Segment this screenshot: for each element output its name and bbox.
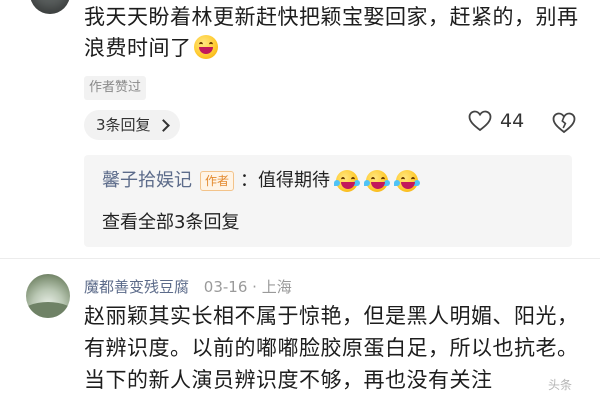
author-liked-badge: 作者赞过 [84, 76, 146, 100]
reply-item: 馨子拾娱记 作者 ： 值得期待 [102, 167, 421, 195]
reply-box[interactable]: 馨子拾娱记 作者 ： 值得期待 查看全部3条回复 [84, 155, 572, 247]
comment-text: 赵丽颖其实长相不属于惊艳，但是黑人明媚、阳光，有辨识度。以前的嘟嘟脸胶原蛋白足，… [84, 304, 579, 392]
author-tag: 作者 [200, 171, 235, 191]
reply-separator: ： [240, 170, 259, 191]
reply-text: 值得期待 [258, 170, 331, 191]
tears-of-joy-emoji-icon [364, 170, 391, 192]
heart-icon [468, 110, 492, 132]
laughing-emoji-icon [193, 35, 218, 59]
tears-of-joy-emoji-icon [394, 170, 421, 192]
like-button[interactable]: 44 [468, 110, 524, 132]
comment-meta: 魔都善变残豆腐 03-16 · 上海 [84, 277, 292, 297]
comment-body: 我天天盼着林更新赶快把颖宝娶回家，赶紧的，别再浪费时间了 [84, 5, 579, 60]
reply-username[interactable]: 馨子拾娱记 [102, 167, 192, 195]
comment-text: 我天天盼着林更新赶快把颖宝娶回家，赶紧的，别再浪费时间了 [84, 2, 584, 64]
chevron-right-icon [156, 118, 170, 132]
comment-username[interactable]: 魔都善变残豆腐 [84, 278, 189, 296]
avatar[interactable] [30, 0, 70, 14]
view-all-replies-link[interactable]: 查看全部3条回复 [102, 209, 239, 237]
broken-heart-icon [552, 112, 576, 134]
avatar[interactable] [26, 274, 70, 318]
tears-of-joy-emoji-icon [334, 170, 361, 192]
like-count: 44 [500, 110, 525, 132]
replies-button[interactable]: 3条回复 [84, 110, 180, 140]
divider [0, 258, 600, 259]
dislike-button[interactable] [552, 112, 576, 138]
watermark: 头条 [548, 378, 573, 392]
replies-label: 3条回复 [96, 116, 151, 134]
comment-date-location: 03-16 · 上海 [203, 278, 292, 296]
